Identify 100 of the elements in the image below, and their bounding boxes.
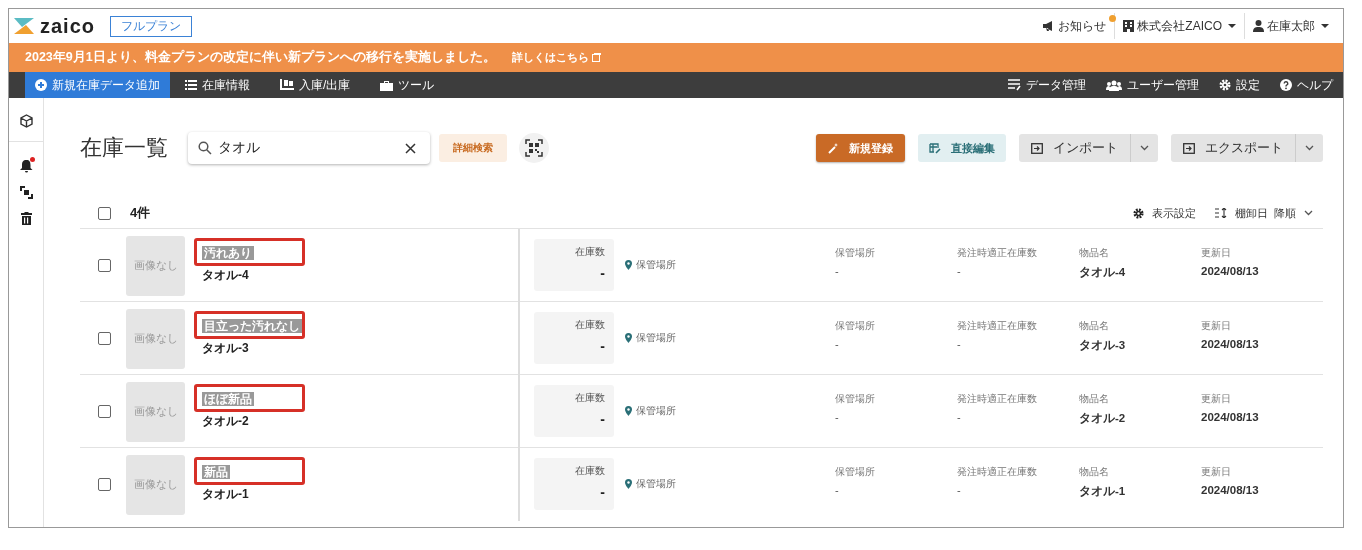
field-value: タオル-2 [1079,411,1127,426]
condition-tag: 汚れあり [202,245,254,260]
item-name: タオル-3 [201,339,250,357]
trash-icon[interactable] [20,212,32,225]
location-text: 保管場所 [636,404,676,418]
settings-icon [1219,79,1231,91]
nav-link[interactable]: 設定 [1209,72,1270,98]
row-checkbox[interactable] [98,478,111,491]
location-pin-icon [625,406,632,416]
field-value: - [957,338,962,350]
stock-value: - [600,484,605,500]
plus-circle-icon [35,79,47,91]
person-icon [1253,20,1264,32]
field-value: 2024/08/13 [1201,411,1260,423]
row-checkbox[interactable] [98,332,111,345]
field-label: 物品名 [1079,246,1110,260]
company-menu[interactable]: 株式会社ZAICO [1115,17,1244,35]
window-icon [591,53,601,62]
direct-edit-button[interactable]: 直接編集 [918,134,1006,162]
location-pin-icon [625,479,632,489]
merge-icon[interactable] [19,186,33,199]
location-text: 保管場所 [636,258,676,272]
chevron-down-icon [1304,210,1313,216]
field-value: 2024/08/13 [1201,338,1260,350]
field-label: 物品名 [1079,392,1110,406]
field-value: - [957,265,962,277]
field-label: 保管場所 [835,465,876,479]
field-label: 更新日 [1201,319,1232,333]
field-label: 発注時適正在庫数 [957,319,1038,333]
field-value: - [835,265,840,277]
plan-badge: フルプラン [110,15,193,37]
field-value: - [835,484,840,496]
chevron-down-icon [1305,145,1314,151]
field-value: - [835,411,840,423]
field-label: 更新日 [1201,465,1232,479]
page-title: 在庫一覧 [80,134,168,162]
announcement-text: 2023年9月1日より、料金プランの改定に伴い新プランへの移行を実施しました。 [25,49,496,66]
condition-tag: 目立った汚れなし [202,318,302,333]
box-icon[interactable] [19,114,33,128]
nav-tab[interactable]: 新規在庫データ追加 [25,72,170,98]
help-icon [1280,79,1292,91]
user-menu[interactable]: 在庫太郎 [1245,17,1337,35]
field-label: 保管場所 [835,392,876,406]
search-field[interactable]: タオル [188,132,430,164]
stock-label: 在庫数 [575,245,605,259]
bell-icon[interactable] [19,159,33,173]
item-name: タオル-1 [201,485,250,503]
field-value: タオル-1 [1079,484,1127,499]
row-checkbox[interactable] [98,259,111,272]
building-icon [1123,20,1135,32]
logo-text: zaico [40,14,96,38]
select-all-checkbox[interactable] [98,206,111,220]
field-value: タオル-3 [1079,338,1127,353]
nav-link[interactable]: データ管理 [998,72,1096,98]
nav-link[interactable]: ユーザー管理 [1096,72,1209,98]
display-settings-button[interactable]: 表示設定 [1132,205,1196,221]
stock-value: - [600,411,605,427]
field-value: 2024/08/13 [1201,484,1260,496]
stock-label: 在庫数 [575,391,605,405]
field-label: 発注時適正在庫数 [957,392,1038,406]
field-value: - [957,411,962,423]
location-text: 保管場所 [636,331,676,345]
nav-link[interactable]: ヘルプ [1270,72,1343,98]
lines-icon [1008,79,1021,91]
users-icon [1106,79,1122,91]
no-image-text: 画像なし [133,404,178,419]
logo-icon [13,17,35,35]
location-pin-icon [625,260,632,270]
field-label: 発注時適正在庫数 [957,246,1038,260]
stock-label: 在庫数 [575,318,605,332]
field-value: - [957,484,962,496]
list-icon [185,80,197,90]
notice-button[interactable]: お知らせ [1034,17,1115,35]
arrow-box-icon [1031,142,1043,154]
arrow-box-icon [1183,142,1195,154]
qr-scan-button[interactable] [519,133,549,163]
new-registration-button[interactable]: 新規登録 [816,134,905,162]
sort-button[interactable]: 棚卸日 降順 [1214,205,1313,221]
field-label: 更新日 [1201,246,1232,260]
settings-icon [1132,207,1144,219]
stock-value: - [600,265,605,281]
item-name: タオル-2 [201,412,250,430]
nav-tab[interactable]: 在庫情報 [170,72,265,98]
field-label: 保管場所 [835,319,876,333]
nav-tab[interactable]: ツール [365,72,450,98]
nav-tab[interactable]: 入庫/出庫 [265,72,366,98]
toolbox-icon [380,79,394,91]
location-text: 保管場所 [636,477,676,491]
close-icon[interactable] [405,142,416,154]
field-label: 発注時適正在庫数 [957,465,1038,479]
location-pin-icon [625,333,632,343]
no-image-text: 画像なし [133,258,178,273]
item-name: タオル-4 [201,266,250,284]
field-label: 物品名 [1079,465,1110,479]
field-label: 更新日 [1201,392,1232,406]
table-edit-icon [929,142,941,154]
item-count: 4件 [130,204,151,222]
condition-tag: ほぼ新品 [202,391,254,406]
row-checkbox[interactable] [98,405,111,418]
field-value: タオル-4 [1079,265,1127,280]
